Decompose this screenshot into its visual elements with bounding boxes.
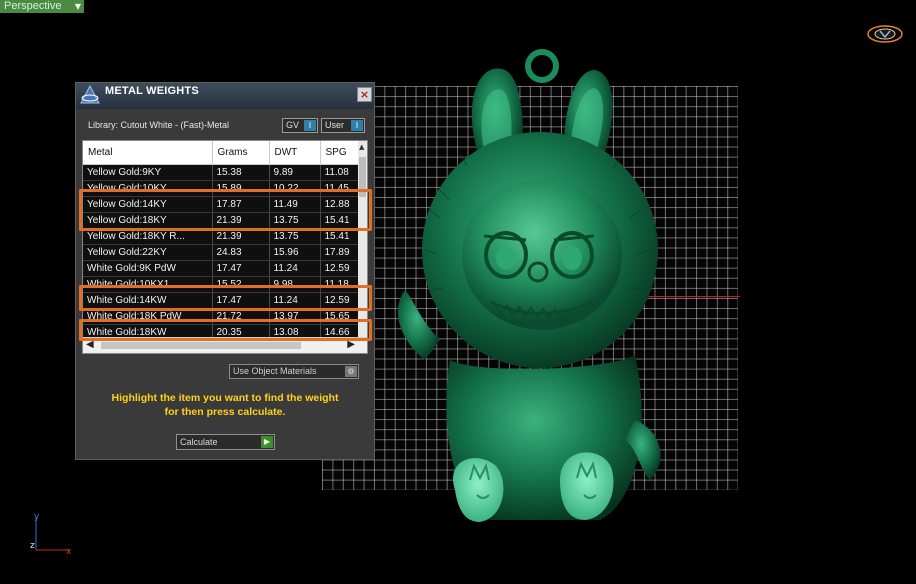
column-header-dwt[interactable]: DWT (269, 141, 321, 165)
table-row[interactable]: White Gold:18K PdW 21.72 13.97 15.65 (83, 308, 361, 325)
cell-metal: White Gold:9K PdW (83, 260, 213, 277)
column-header-grams[interactable]: Grams (212, 141, 270, 165)
cell-spg: 12.88 (320, 196, 361, 213)
cell-metal: Yellow Gold:18KY (83, 212, 213, 229)
axis-gizmo: y z x (30, 512, 72, 557)
table-row[interactable]: Yellow Gold:18KY R... 21.39 13.75 15.41 (83, 228, 361, 245)
table-row[interactable]: Yellow Gold:10KY 15.89 10.22 11.45 (83, 180, 361, 197)
gv-toggle[interactable]: GV I (282, 118, 318, 133)
cell-dwt: 13.75 (269, 212, 321, 229)
column-header-metal[interactable]: Metal (83, 141, 213, 165)
cell-spg: 12.59 (320, 260, 361, 277)
scroll-left-icon[interactable]: ◀ (86, 339, 94, 350)
scroll-up-icon[interactable]: ▲ (359, 143, 364, 151)
cell-dwt: 13.97 (269, 308, 321, 325)
viewport-label[interactable]: Perspective (0, 0, 72, 13)
cell-dwt: 15.96 (269, 244, 321, 261)
cell-spg: 15.65 (320, 308, 361, 325)
table-row[interactable]: White Gold:9K PdW 17.47 11.24 12.59 (83, 260, 361, 277)
table-row[interactable]: Yellow Gold:18KY 21.39 13.75 15.41 (83, 212, 361, 229)
calculate-button[interactable]: Calculate ▶ (176, 434, 275, 450)
cell-grams: 21.72 (212, 308, 270, 325)
axis-y-label: y (34, 512, 40, 522)
cell-spg: 11.08 (320, 164, 361, 181)
cell-grams: 15.52 (212, 276, 270, 293)
cell-spg: 17.89 (320, 244, 361, 261)
cell-dwt: 11.49 (269, 196, 321, 213)
cell-spg: 15.41 (320, 228, 361, 245)
horizontal-scrollbar[interactable]: ◀ ▶ (83, 337, 367, 353)
metal-weights-panel: METAL WEIGHTS × Library: Cutout White - … (75, 82, 375, 460)
cell-dwt: 9.98 (269, 276, 321, 293)
chevron-down-icon[interactable]: ▼ (72, 0, 84, 13)
scroll-thumb[interactable] (101, 342, 301, 349)
gear-icon[interactable]: ⚙ (345, 366, 357, 377)
calculate-label: Calculate (180, 437, 218, 447)
play-icon[interactable]: ▶ (261, 436, 273, 448)
instructions-line-1: Highlight the item you want to find the … (111, 392, 339, 404)
user-toggle-label: User (325, 120, 345, 130)
cell-metal: Yellow Gold:22KY (83, 244, 213, 261)
close-icon[interactable]: × (357, 87, 372, 102)
app-logo-icon (867, 25, 903, 43)
cell-metal: Yellow Gold:9KY (83, 164, 213, 181)
table-row[interactable]: Yellow Gold:9KY 15.38 9.89 11.08 (83, 164, 361, 181)
pendant-3d-model[interactable] (380, 40, 680, 530)
gv-toggle-knob[interactable]: I (304, 120, 316, 131)
cell-grams: 21.39 (212, 228, 270, 245)
app-logo-icon (80, 84, 100, 104)
metal-table[interactable]: Metal Grams DWT SPG Yellow Gold:9KY 15.38… (82, 140, 368, 354)
scroll-right-icon[interactable]: ▶ (347, 339, 355, 350)
use-object-materials-label: Use Object Materials (233, 366, 317, 376)
cell-dwt: 11.24 (269, 260, 321, 277)
cell-metal: White Gold:18K PdW (83, 308, 213, 325)
table-row[interactable]: Yellow Gold:22KY 24.83 15.96 17.89 (83, 244, 361, 261)
scroll-thumb[interactable] (359, 157, 366, 197)
cell-grams: 15.89 (212, 180, 270, 197)
cell-dwt: 9.89 (269, 164, 321, 181)
user-toggle-knob[interactable]: I (351, 120, 363, 131)
cell-dwt: 13.75 (269, 228, 321, 245)
instructions-line-2: for then press calculate. (164, 406, 286, 418)
use-object-materials-dropdown[interactable]: Use Object Materials ⚙ (229, 364, 359, 379)
panel-title: METAL WEIGHTS (105, 85, 199, 97)
cell-dwt: 10.22 (269, 180, 321, 197)
cell-spg: 11.45 (320, 180, 361, 197)
cell-metal: Yellow Gold:14KY (83, 196, 213, 213)
cell-spg: 11.18 (320, 276, 361, 293)
axis-z-label: z (30, 541, 35, 551)
instructions-text: Highlight the item you want to find the … (76, 391, 374, 419)
cell-metal: Yellow Gold:18KY R... (83, 228, 213, 245)
vertical-scrollbar[interactable]: ▲ (358, 141, 367, 337)
cell-metal: White Gold:14KW (83, 292, 213, 309)
column-header-spg[interactable]: SPG (320, 141, 361, 165)
table-row[interactable]: White Gold:14KW 17.47 11.24 12.59 (83, 292, 361, 309)
gv-toggle-label: GV (286, 120, 300, 130)
user-toggle[interactable]: User I (321, 118, 365, 133)
library-label: Library: Cutout White - (Fast)-Metal (88, 120, 230, 130)
cell-grams: 17.47 (212, 260, 270, 277)
table-header-row: Metal Grams DWT SPG (83, 141, 361, 165)
cell-metal: White Gold:10KX1 (83, 276, 213, 293)
axis-x-label: x (66, 547, 72, 557)
cell-spg: 12.59 (320, 292, 361, 309)
table-row[interactable]: White Gold:10KX1 15.52 9.98 11.18 (83, 276, 361, 293)
cell-grams: 15.38 (212, 164, 270, 181)
cell-grams: 24.83 (212, 244, 270, 261)
panel-titlebar[interactable]: METAL WEIGHTS × (76, 83, 374, 109)
cell-grams: 17.87 (212, 196, 270, 213)
cell-grams: 21.39 (212, 212, 270, 229)
cell-metal: Yellow Gold:10KY (83, 180, 213, 197)
cell-spg: 15.41 (320, 212, 361, 229)
cell-dwt: 11.24 (269, 292, 321, 309)
table-row[interactable]: Yellow Gold:14KY 17.87 11.49 12.88 (83, 196, 361, 213)
cell-grams: 17.47 (212, 292, 270, 309)
